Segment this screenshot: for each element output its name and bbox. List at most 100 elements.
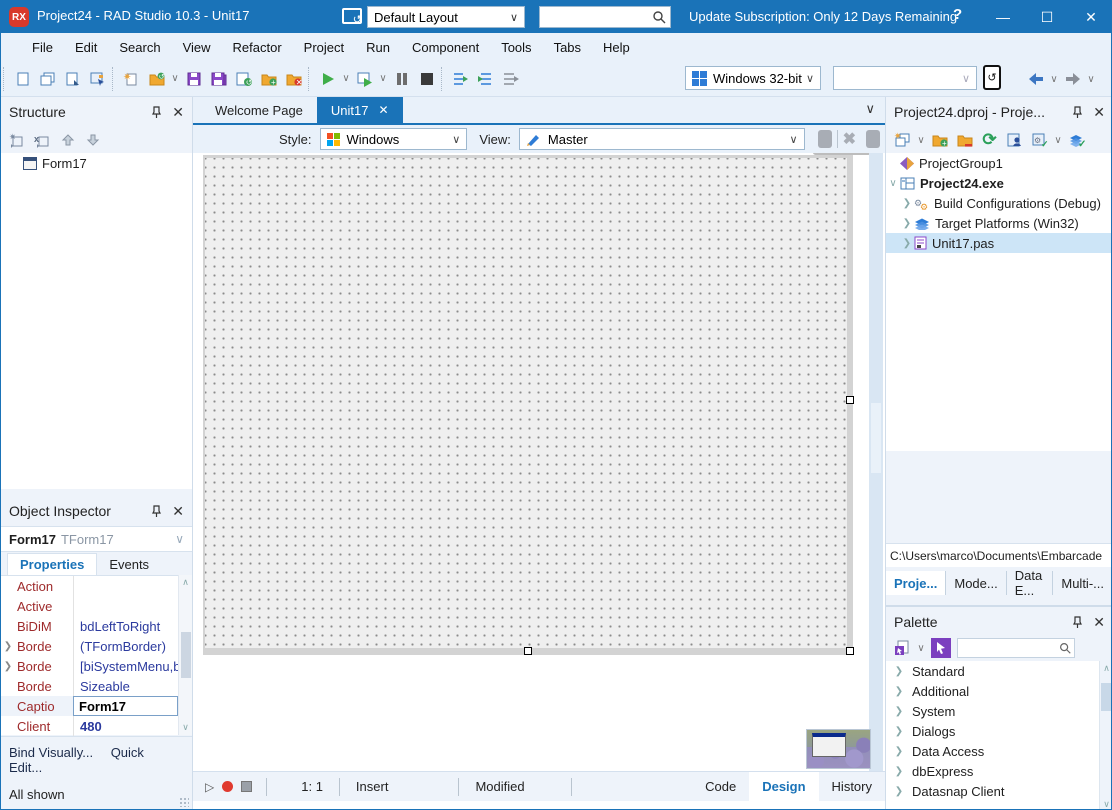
remove-file-icon[interactable]: ✕ <box>281 66 306 92</box>
project-options-icon[interactable]: ⚙✓ <box>1027 127 1052 153</box>
resize-handle-right[interactable] <box>846 396 854 404</box>
target-device-combo[interactable]: ∨ <box>833 66 977 90</box>
delete-item-icon[interactable]: x <box>30 127 55 153</box>
menu-tabs[interactable]: Tabs <box>543 36 592 59</box>
new-project-dropdown-icon[interactable]: ∨ <box>915 135 927 146</box>
tab-history[interactable]: History <box>819 772 885 801</box>
scroll-up-icon[interactable]: ∧ <box>182 577 189 588</box>
expand-icon[interactable]: ❯ <box>900 238 914 249</box>
caption-editor[interactable]: Form17 <box>73 696 178 716</box>
property-grid-scrollbar[interactable]: ∧ ∨ <box>178 575 192 735</box>
resize-handle-bottom[interactable] <box>524 647 532 655</box>
category-system[interactable]: ❯System <box>886 701 1112 721</box>
maximize-button[interactable]: ☐ <box>1025 1 1069 33</box>
add-to-project-icon[interactable]: + <box>927 127 952 153</box>
tree-item-unit17[interactable]: ❯ Unit17.pas <box>886 233 1112 253</box>
designed-form-client-area[interactable] <box>205 158 847 648</box>
menu-run[interactable]: Run <box>355 36 401 59</box>
navigate-forward-icon[interactable] <box>1060 66 1085 92</box>
refresh-icon[interactable]: ⟳ <box>977 127 1002 153</box>
tree-item-project-exe[interactable]: ∨ Project24.exe <box>886 173 1112 193</box>
property-row[interactable]: Client 480 <box>1 716 192 736</box>
menu-tools[interactable]: Tools <box>490 36 542 59</box>
property-row-caption[interactable]: Captio Form17 <box>1 696 192 716</box>
property-value[interactable]: (TFormBorder) <box>73 636 178 656</box>
property-row[interactable]: Borde Sizeable <box>1 676 192 696</box>
category-data-access[interactable]: ❯Data Access <box>886 741 1112 761</box>
expand-icon[interactable]: ❯ <box>1 641 15 652</box>
scroll-down-icon[interactable]: ∨ <box>1103 799 1110 810</box>
new-items-icon[interactable] <box>10 66 35 92</box>
scroll-up-icon[interactable]: ∧ <box>1103 663 1110 674</box>
tree-item-target-platforms[interactable]: ❯ Target Platforms (Win32) <box>886 213 1112 233</box>
property-value[interactable] <box>73 576 178 596</box>
play-outline-icon[interactable]: ▷ <box>205 780 214 794</box>
tab-code[interactable]: Code <box>692 772 749 801</box>
layout-combo[interactable]: Default Layout ∨ <box>367 6 525 28</box>
ide-search-box[interactable] <box>539 6 671 28</box>
expand-icon[interactable]: ❯ <box>900 218 914 229</box>
category-datasnap-client[interactable]: ❯Datasnap Client <box>886 781 1112 801</box>
close-panel-icon[interactable]: ✕ <box>1093 104 1105 121</box>
expand-icon[interactable]: ❯ <box>886 766 912 777</box>
target-platform-combo[interactable]: Windows 32-bit ∨ <box>685 66 821 90</box>
close-panel-icon[interactable]: ✕ <box>1093 614 1105 631</box>
minimize-button[interactable]: — <box>981 1 1025 33</box>
tab-projects[interactable]: Proje... <box>886 571 946 595</box>
form-position-thumbnail[interactable] <box>806 729 871 769</box>
step-out-icon[interactable] <box>498 66 523 92</box>
menu-component[interactable]: Component <box>401 36 490 59</box>
new-project-icon[interactable]: ✷ <box>890 127 915 153</box>
navigate-forward-dropdown-icon[interactable]: ∨ <box>1085 74 1097 85</box>
close-panel-icon[interactable]: ✕ <box>172 104 184 121</box>
tab-list-chevron-icon[interactable]: ∨ <box>865 101 875 117</box>
scroll-down-icon[interactable]: ∨ <box>182 722 189 733</box>
menu-search[interactable]: Search <box>108 36 171 59</box>
resize-grip[interactable] <box>179 797 189 807</box>
expand-icon[interactable]: ❯ <box>886 666 912 677</box>
new-window-icon[interactable] <box>35 66 60 92</box>
menu-refactor[interactable]: Refactor <box>222 36 293 59</box>
run-dropdown-icon[interactable]: ∨ <box>340 73 352 84</box>
menu-help[interactable]: Help <box>592 36 641 59</box>
component-mode-icon[interactable] <box>890 635 915 661</box>
form-designer[interactable] <box>193 153 885 771</box>
pause-icon[interactable] <box>389 66 414 92</box>
tree-item-projectgroup[interactable]: ProjectGroup1 <box>886 153 1112 173</box>
menu-file[interactable]: File <box>21 36 64 59</box>
scrollbar-thumb[interactable] <box>181 632 191 678</box>
tab-data-explorer[interactable]: Data E... <box>1007 571 1054 595</box>
move-up-icon[interactable] <box>55 127 80 153</box>
structure-item-form17[interactable]: Form17 <box>1 153 192 173</box>
tab-design[interactable]: Design <box>749 772 818 801</box>
style-combo[interactable]: Windows ∨ <box>320 128 468 150</box>
property-row[interactable]: Active <box>1 596 192 616</box>
project-options-dropdown-icon[interactable]: ∨ <box>1052 135 1064 146</box>
property-value[interactable]: Sizeable <box>73 676 178 696</box>
step-over-icon[interactable] <box>448 66 473 92</box>
open-file-dropdown-icon[interactable]: ∨ <box>169 73 181 84</box>
navigate-back-dropdown-icon[interactable]: ∨ <box>1048 74 1060 85</box>
tab-events[interactable]: Events <box>97 554 161 575</box>
palette-search-input[interactable] <box>958 640 1058 656</box>
designed-form-frame[interactable] <box>203 155 853 655</box>
move-down-icon[interactable] <box>80 127 105 153</box>
device-manager-icon[interactable]: ↺ <box>983 65 1001 90</box>
component-mode-dropdown-icon[interactable]: ∨ <box>915 643 927 654</box>
designer-scrollbar-thumb[interactable] <box>871 403 881 473</box>
help-button[interactable]: ? <box>953 6 962 23</box>
property-value[interactable] <box>73 596 178 616</box>
tab-multi-device-preview[interactable]: Multi-... <box>1053 571 1112 595</box>
menu-project[interactable]: Project <box>293 36 355 59</box>
menu-edit[interactable]: Edit <box>64 36 108 59</box>
property-row[interactable]: ❯Borde (TFormBorder) <box>1 636 192 656</box>
property-row[interactable]: Action <box>1 576 192 596</box>
update-subscription-banner[interactable]: Update Subscription: Only 12 Days Remain… <box>689 9 957 24</box>
category-dbexpress[interactable]: ❯dbExpress <box>886 761 1112 781</box>
expand-icon[interactable]: ❯ <box>1 661 15 672</box>
run-without-debugging-dropdown-icon[interactable]: ∨ <box>377 73 389 84</box>
view-combo[interactable]: Master ∨ <box>519 128 805 150</box>
tree-item-build-configurations[interactable]: ❯ ⚙⚙ Build Configurations (Debug) <box>886 193 1112 213</box>
save-all-icon[interactable] <box>206 66 231 92</box>
new-form-icon[interactable] <box>60 66 85 92</box>
